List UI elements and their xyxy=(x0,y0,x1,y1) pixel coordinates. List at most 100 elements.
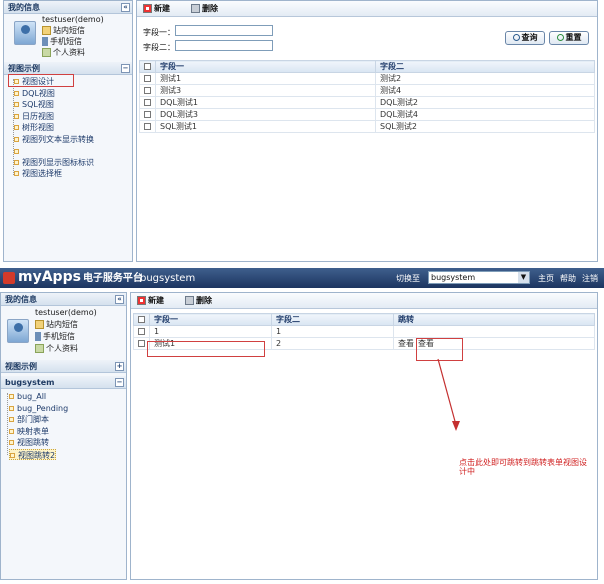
tree-item-view-jump2[interactable]: 视图跳转2 xyxy=(9,449,57,460)
phone-icon xyxy=(42,37,48,46)
table-row[interactable]: SQL测试1 SQL测试2 xyxy=(139,120,595,133)
table-row[interactable]: 11 xyxy=(133,325,595,338)
row-checkbox[interactable] xyxy=(138,340,145,347)
new-button[interactable]: 新建 xyxy=(143,3,170,15)
my-info-header: 我的信息 « xyxy=(1,293,126,306)
chevron-down-icon: ▼ xyxy=(518,272,529,283)
cell: DQL测试1 xyxy=(155,96,376,109)
nav-logout[interactable]: 注销 xyxy=(582,273,598,284)
column-header[interactable]: 字段二 xyxy=(375,60,595,73)
new-button[interactable]: 新建 xyxy=(137,295,164,307)
expand-icon[interactable]: + xyxy=(115,362,124,371)
table-row[interactable]: DQL测试1 DQL测试2 xyxy=(139,96,595,109)
tree-item-blank[interactable] xyxy=(14,146,22,157)
switch-label: 切换至 xyxy=(396,274,420,283)
view-section-title: 视图示例 xyxy=(8,64,40,73)
tree-item-bug-all[interactable]: bug_All xyxy=(9,391,46,402)
bottom-toolbar: 新建 删除 xyxy=(131,293,597,309)
nav-help[interactable]: 帮助 xyxy=(560,273,576,284)
row-checkbox[interactable] xyxy=(144,87,151,94)
collapse-left-icon[interactable]: « xyxy=(121,3,130,12)
field2-label: 字段二： xyxy=(143,43,175,52)
cell: 1 xyxy=(271,325,394,338)
column-header[interactable]: 跳转 xyxy=(393,313,595,326)
tree-item-view-jump[interactable]: 视图跳转 xyxy=(9,437,49,448)
field2-input[interactable] xyxy=(175,40,273,51)
delete-button[interactable]: 删除 xyxy=(185,295,212,307)
top-left-panel: 我的信息 « testuser(demo) 站内短信 手机短信 个人资料 视图示… xyxy=(3,0,133,262)
collapse-section-icon[interactable]: − xyxy=(115,378,124,387)
cell xyxy=(393,325,595,338)
phone-icon xyxy=(35,332,41,341)
tree-item-icon-flag[interactable]: 视图列显示图标标识 xyxy=(14,157,94,168)
tree-item-calendar-view[interactable]: 日历视图 xyxy=(14,111,54,122)
bottom-left-panel: 我的信息 « testuser(demo) 站内短信 手机短信 个人资料 视图示… xyxy=(0,292,127,580)
tree-item-map-form[interactable]: 映射表单 xyxy=(9,426,49,437)
link-sms[interactable]: 手机短信 xyxy=(35,331,75,342)
avatar xyxy=(14,21,36,45)
annotation-text: 点击此处即可跳转到跳转表单视图设计中 xyxy=(459,458,587,476)
cell: 测试4 xyxy=(375,84,595,97)
search-icon xyxy=(512,34,520,41)
my-info-header: 我的信息 « xyxy=(4,1,132,14)
node-icon xyxy=(14,137,19,142)
table-row[interactable]: DQL测试3 DQL测试4 xyxy=(139,108,595,121)
node-icon xyxy=(9,394,14,399)
my-info-title: 我的信息 xyxy=(8,3,40,12)
app-switch-select[interactable]: bugsystem ▼ xyxy=(428,271,530,284)
field1-input[interactable] xyxy=(175,25,273,36)
app-name: bugsystem xyxy=(140,273,196,284)
node-icon xyxy=(9,440,14,445)
link-site-messages[interactable]: 站内短信 xyxy=(35,319,78,330)
link-profile[interactable]: 个人资料 xyxy=(42,47,85,58)
mail-icon xyxy=(42,26,51,35)
delete-button[interactable]: 删除 xyxy=(191,3,218,15)
view-link[interactable]: 查看 xyxy=(398,339,414,348)
my-info-title: 我的信息 xyxy=(5,295,37,304)
reset-button[interactable]: 重置 xyxy=(549,31,589,45)
link-profile[interactable]: 个人资料 xyxy=(35,343,78,354)
column-header[interactable]: 字段一 xyxy=(149,313,272,326)
logo-icon xyxy=(3,272,15,284)
logo-text: myApps 电子服务平台 xyxy=(18,269,143,285)
cell: 测试3 xyxy=(155,84,376,97)
collapse-section-icon[interactable]: − xyxy=(121,64,130,73)
row-checkbox[interactable] xyxy=(144,111,151,118)
node-icon xyxy=(10,453,15,458)
tree-item-bug-pending[interactable]: bug_Pending xyxy=(9,403,68,414)
link-sms[interactable]: 手机短信 xyxy=(42,36,82,47)
cell: DQL测试3 xyxy=(155,108,376,121)
row-checkbox[interactable] xyxy=(144,123,151,130)
row-checkbox[interactable] xyxy=(144,75,151,82)
column-header[interactable]: 字段二 xyxy=(271,313,394,326)
node-icon xyxy=(14,114,19,119)
node-icon xyxy=(14,125,19,130)
trash-icon xyxy=(191,4,200,13)
row-checkbox[interactable] xyxy=(138,328,145,335)
link-site-messages[interactable]: 站内短信 xyxy=(42,25,85,36)
view-section-header[interactable]: 视图示例 + xyxy=(1,360,126,373)
tree-item-text-convert[interactable]: 视图列文本显示转换 xyxy=(14,134,94,145)
cell: DQL测试2 xyxy=(375,96,595,109)
new-icon xyxy=(143,4,152,13)
bug-section-header[interactable]: bugsystem − xyxy=(1,376,126,389)
tree-item-dept-script[interactable]: 部门脚本 xyxy=(9,414,49,425)
select-all-checkbox[interactable] xyxy=(138,316,145,323)
tree-item-selectbox[interactable]: 视图选择框 xyxy=(14,168,62,179)
tree-item-sql-view[interactable]: SQL视图 xyxy=(14,99,54,110)
annotation-arrow xyxy=(437,358,460,431)
row-checkbox[interactable] xyxy=(144,99,151,106)
node-icon xyxy=(9,406,14,411)
column-header[interactable]: 字段一 xyxy=(155,60,376,73)
query-button[interactable]: 查询 xyxy=(505,31,545,45)
user-name: testuser(demo) xyxy=(35,308,97,317)
select-all-checkbox[interactable] xyxy=(144,63,151,70)
table-row[interactable]: 测试1 测试2 xyxy=(139,72,595,85)
table-row[interactable]: 测试3 测试4 xyxy=(139,84,595,97)
tree-connector xyxy=(7,393,8,455)
tree-item-dql-view[interactable]: DQL视图 xyxy=(14,88,55,99)
nav-home[interactable]: 主页 xyxy=(538,273,554,284)
collapse-left-icon[interactable]: « xyxy=(115,295,124,304)
node-icon xyxy=(14,149,19,154)
tree-item-tree-view[interactable]: 树形视图 xyxy=(14,122,54,133)
